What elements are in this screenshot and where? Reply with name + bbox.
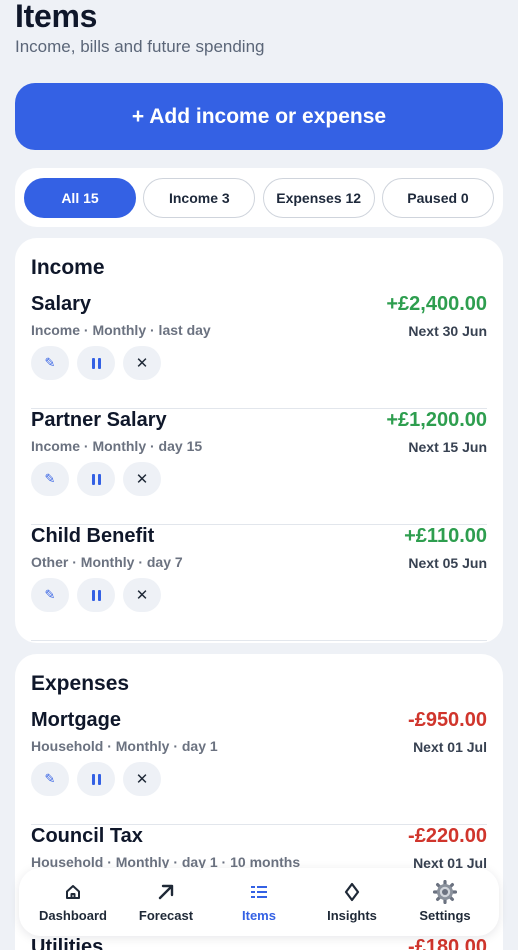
item-next-date: Next 05 Jun xyxy=(408,555,487,571)
item-meta: Other · Monthly · day 7 xyxy=(31,554,183,570)
tab-label: Dashboard xyxy=(39,908,107,923)
income-card: Income Salary Income · Monthly · last da… xyxy=(15,238,503,643)
edit-button[interactable]: ✎ xyxy=(31,578,69,612)
item-actions: ✎ ✕ xyxy=(31,462,161,496)
add-income-or-expense-button[interactable]: + Add income or expense xyxy=(15,83,503,150)
edit-button[interactable]: ✎ xyxy=(31,762,69,796)
pause-button[interactable] xyxy=(77,346,115,380)
item-amount: +£110.00 xyxy=(404,525,487,547)
pause-icon xyxy=(91,773,101,785)
item-meta: Income · Monthly · last day xyxy=(31,322,211,338)
item-next-date: Next 30 Jun xyxy=(408,323,487,339)
filter-chip-all[interactable]: All 15 xyxy=(24,177,136,218)
item-amount-partial: -£180.00 xyxy=(408,936,487,950)
diamond-icon xyxy=(344,881,360,903)
page-title: Items xyxy=(15,0,98,34)
tab-insights[interactable]: Insights xyxy=(306,868,398,936)
pencil-icon: ✎ xyxy=(44,471,56,486)
item-name-partial: Utilities xyxy=(31,936,104,950)
pencil-icon: ✎ xyxy=(44,355,56,370)
list-item[interactable]: Partner Salary Income · Monthly · day 15… xyxy=(31,409,487,525)
item-meta: Income · Monthly · day 15 xyxy=(31,438,203,454)
item-name: Mortgage xyxy=(31,709,121,731)
arrow-up-right-icon xyxy=(157,881,175,903)
pause-icon xyxy=(91,473,101,485)
bottom-tab-bar: Dashboard Forecast Items Insights Settin… xyxy=(19,868,499,936)
page-subtitle: Income, bills and future spending xyxy=(15,37,265,56)
pause-icon xyxy=(91,589,101,601)
filter-chip-income[interactable]: Income 3 xyxy=(143,177,256,218)
item-amount: -£220.00 xyxy=(408,825,487,847)
filter-chip-paused[interactable]: Paused 0 xyxy=(381,177,494,218)
tab-forecast[interactable]: Forecast xyxy=(120,868,212,936)
filter-bar: All 15 Income 3 Expenses 12 Paused 0 xyxy=(15,168,503,227)
close-icon: ✕ xyxy=(135,587,149,604)
edit-button[interactable]: ✎ xyxy=(31,346,69,380)
item-amount: +£2,400.00 xyxy=(386,293,487,315)
pencil-icon: ✎ xyxy=(44,587,56,602)
tab-label: Insights xyxy=(327,908,377,923)
tab-settings[interactable]: Settings xyxy=(399,868,491,936)
income-section-title: Income xyxy=(31,256,105,279)
list-icon xyxy=(251,881,267,903)
item-actions: ✎ ✕ xyxy=(31,346,161,380)
tab-dashboard[interactable]: Dashboard xyxy=(27,868,119,936)
close-icon: ✕ xyxy=(135,471,149,488)
item-next-date: Next 01 Jul xyxy=(413,739,487,755)
edit-button[interactable]: ✎ xyxy=(31,462,69,496)
item-amount: -£950.00 xyxy=(408,709,487,731)
item-actions: ✎ ✕ xyxy=(31,578,161,612)
gear-icon xyxy=(433,880,457,904)
tab-label: Settings xyxy=(419,908,471,923)
close-icon: ✕ xyxy=(135,771,149,788)
pencil-icon: ✎ xyxy=(44,771,56,786)
list-item[interactable]: Child Benefit Other · Monthly · day 7 +£… xyxy=(31,525,487,641)
delete-button[interactable]: ✕ xyxy=(123,346,161,380)
expenses-section-title: Expenses xyxy=(31,672,130,695)
item-name: Salary xyxy=(31,293,92,315)
close-icon: ✕ xyxy=(135,355,149,372)
pause-button[interactable] xyxy=(77,462,115,496)
tab-label: Forecast xyxy=(138,908,194,923)
item-name: Council Tax xyxy=(31,825,143,847)
list-item[interactable]: Salary Income · Monthly · last day +£2,4… xyxy=(31,293,487,409)
home-icon xyxy=(65,881,81,903)
list-item[interactable]: Mortgage Household · Monthly · day 1 -£9… xyxy=(31,709,487,825)
pause-button[interactable] xyxy=(77,578,115,612)
items-screen: Items Income, bills and future spending … xyxy=(0,0,518,950)
delete-button[interactable]: ✕ xyxy=(123,462,161,496)
item-actions: ✎ ✕ xyxy=(31,762,161,796)
tab-label: Items xyxy=(242,908,276,923)
pause-button[interactable] xyxy=(77,762,115,796)
item-amount: +£1,200.00 xyxy=(386,409,487,431)
item-meta: Household · Monthly · day 1 xyxy=(31,738,218,754)
item-name: Child Benefit xyxy=(31,525,155,547)
tab-items[interactable]: Items xyxy=(213,868,305,936)
pause-icon xyxy=(91,357,101,369)
item-next-date: Next 15 Jun xyxy=(408,439,487,455)
item-name: Partner Salary xyxy=(31,409,167,431)
delete-button[interactable]: ✕ xyxy=(123,762,161,796)
filter-chip-expenses[interactable]: Expenses 12 xyxy=(262,177,375,218)
delete-button[interactable]: ✕ xyxy=(123,578,161,612)
